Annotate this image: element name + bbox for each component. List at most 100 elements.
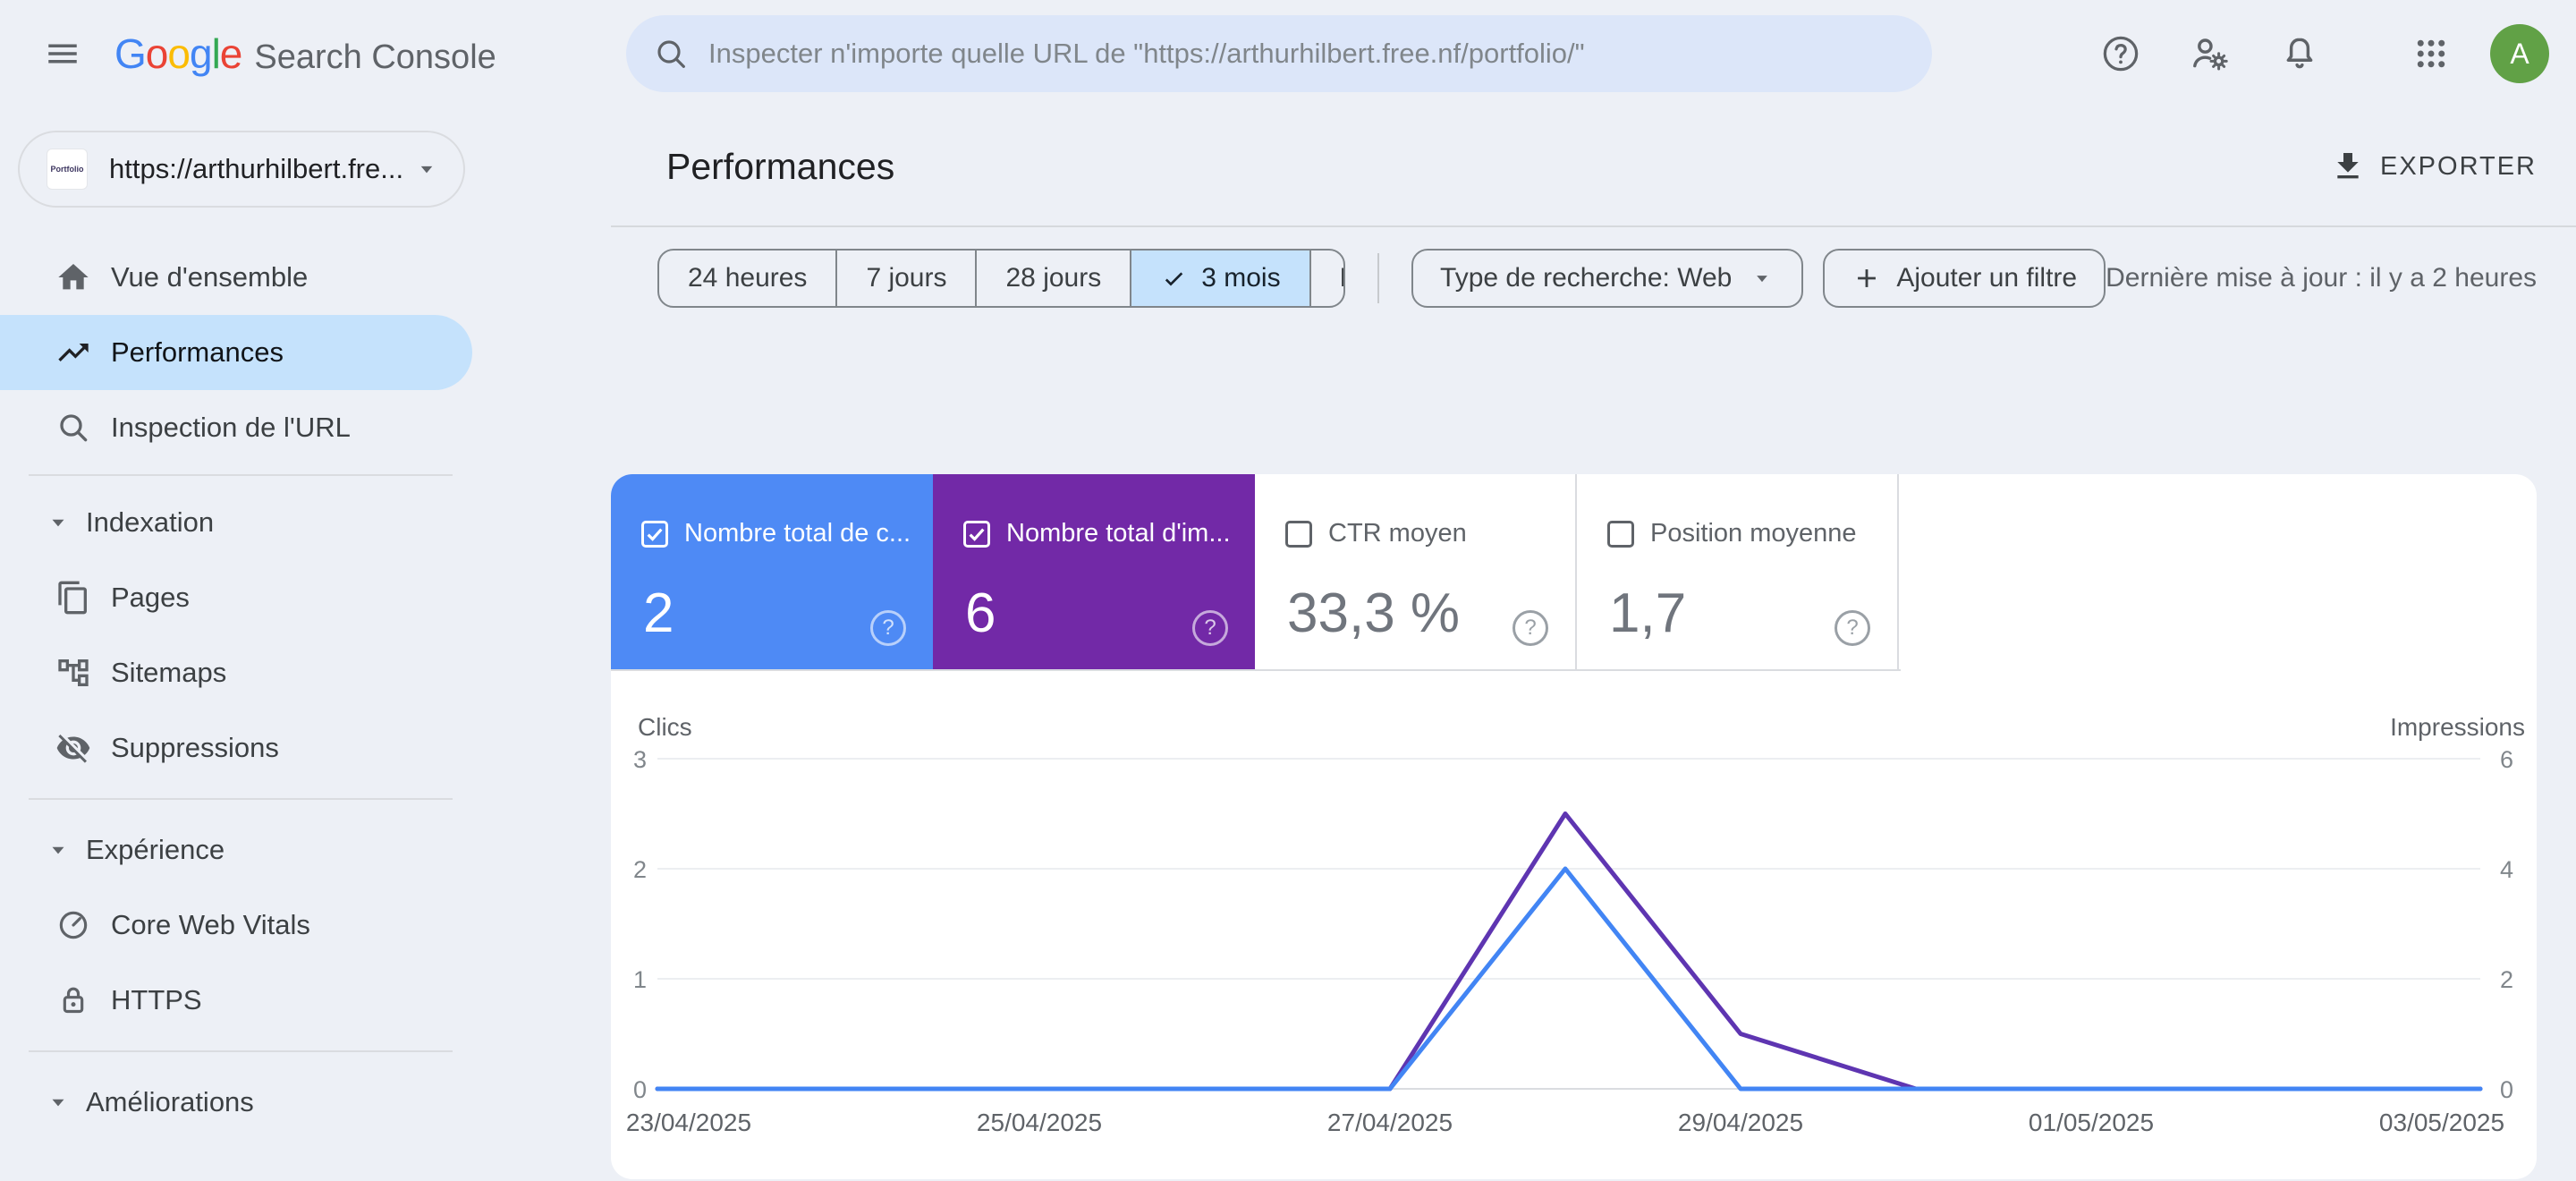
card-value: 6 xyxy=(965,582,996,644)
menu-button[interactable] xyxy=(30,21,95,86)
chip-24-hours[interactable]: 24 heures xyxy=(659,251,835,306)
google-search-console-logo: Google Search Console xyxy=(114,30,496,78)
svg-text:23/04/2025: 23/04/2025 xyxy=(626,1109,751,1136)
search-icon xyxy=(653,36,689,72)
home-icon xyxy=(55,259,91,295)
help-icon[interactable]: ? xyxy=(1192,610,1228,646)
svg-text:4: 4 xyxy=(2500,856,2513,883)
sidebar-item-url-inspection[interactable]: Inspection de l'URL xyxy=(0,390,601,465)
eye-off-icon xyxy=(55,730,91,766)
metric-cards: Nombre total de c... 2 ? Nombre total d'… xyxy=(611,474,1899,669)
svg-text:25/04/2025: 25/04/2025 xyxy=(977,1109,1102,1136)
avatar-letter: A xyxy=(2510,37,2529,70)
google-logo: Google xyxy=(114,30,242,77)
sidebar-group-enhancements[interactable]: Améliorations xyxy=(0,1065,601,1140)
chip-7-days[interactable]: 7 jours xyxy=(835,251,975,306)
google-apps-button[interactable] xyxy=(2399,21,2463,86)
checkbox-empty-icon[interactable] xyxy=(1607,520,1634,548)
check-icon xyxy=(1160,265,1187,292)
metric-card-average-position[interactable]: Position moyenne 1,7 ? xyxy=(1577,474,1899,669)
gauge-icon xyxy=(55,907,91,943)
help-button[interactable] xyxy=(2089,21,2153,86)
svg-text:3: 3 xyxy=(633,746,647,773)
sidebar-group-indexing[interactable]: Indexation xyxy=(0,485,601,560)
chevron-down-icon xyxy=(413,156,440,183)
property-selector[interactable]: Portfolio https://arthurhilbert.fre... xyxy=(18,131,465,208)
performance-panel: Nombre total de c... 2 ? Nombre total d'… xyxy=(611,474,2537,1179)
sidebar-divider xyxy=(29,798,453,800)
metric-card-average-ctr[interactable]: CTR moyen 33,3 % ? xyxy=(1255,474,1577,669)
metric-card-total-clicks[interactable]: Nombre total de c... 2 ? xyxy=(611,474,933,669)
sidebar-item-core-web-vitals[interactable]: Core Web Vitals xyxy=(0,888,601,963)
sidebar-item-performance[interactable]: Performances xyxy=(0,315,472,390)
help-icon[interactable]: ? xyxy=(1513,610,1548,646)
sidebar-item-removals[interactable]: Suppressions xyxy=(0,710,601,786)
export-button[interactable]: EXPORTER xyxy=(2316,149,2537,184)
sidebar-item-pages[interactable]: Pages xyxy=(0,560,601,635)
last-update-text: Dernière mise à jour : il y a 2 heures xyxy=(2106,263,2537,293)
svg-text:6: 6 xyxy=(2500,746,2513,773)
svg-text:03/05/2025: 03/05/2025 xyxy=(2379,1109,2504,1136)
help-icon xyxy=(2100,33,2141,74)
add-filter-button[interactable]: Ajouter un filtre xyxy=(1823,249,2106,308)
apps-grid-icon xyxy=(2411,34,2451,73)
sidebar-item-https[interactable]: HTTPS xyxy=(0,963,601,1038)
product-name: Search Console xyxy=(254,38,496,76)
svg-text:29/04/2025: 29/04/2025 xyxy=(1678,1109,1803,1136)
svg-text:0: 0 xyxy=(633,1076,647,1103)
account-avatar[interactable]: A xyxy=(2490,24,2549,83)
main-content: Performances EXPORTER 24 heures 7 jours … xyxy=(601,107,2576,1179)
svg-text:1: 1 xyxy=(633,966,647,993)
checkbox-checked-icon[interactable] xyxy=(641,520,668,548)
checkbox-checked-icon[interactable] xyxy=(963,520,990,548)
search-type-dropdown[interactable]: Type de recherche: Web xyxy=(1411,249,1804,308)
chip-3-months[interactable]: 3 mois xyxy=(1130,251,1309,306)
help-icon[interactable]: ? xyxy=(870,610,906,646)
svg-text:2: 2 xyxy=(2500,966,2513,993)
card-value: 1,7 xyxy=(1609,582,1687,644)
chip-28-days[interactable]: 28 jours xyxy=(975,251,1130,306)
metric-card-total-impressions[interactable]: Nombre total d'im... 6 ? xyxy=(933,474,1255,669)
sidebar-item-overview[interactable]: Vue d'ensemble xyxy=(0,240,601,315)
bell-icon xyxy=(2279,33,2320,74)
card-value: 33,3 % xyxy=(1287,582,1461,644)
svg-text:2: 2 xyxy=(633,856,647,883)
svg-text:01/05/2025: 01/05/2025 xyxy=(2029,1109,2154,1136)
card-label: CTR moyen xyxy=(1328,519,1467,548)
caret-down-icon xyxy=(47,1091,70,1114)
url-inspection-input[interactable] xyxy=(708,38,1905,70)
header-divider xyxy=(611,225,2576,227)
hamburger-icon xyxy=(44,35,81,72)
lock-icon xyxy=(55,982,91,1018)
top-app-bar: Google Search Console Inspecter n'import… xyxy=(0,0,2576,107)
performance-chart[interactable]: 3 6 2 4 1 2 0 0 Clics Impressions 23/04/2025 25/04/… xyxy=(611,671,2537,1181)
plus-icon xyxy=(1852,263,1882,293)
chip-more[interactable]: Plus xyxy=(1309,251,1343,306)
caret-down-icon xyxy=(1750,266,1775,291)
sitemap-tree-icon xyxy=(55,655,91,691)
sidebar-nav: Vue d'ensemble Performances Inspection d… xyxy=(0,240,601,1140)
svg-text:Impressions: Impressions xyxy=(2390,713,2525,741)
page-title: Performances xyxy=(666,145,895,187)
page-header: Performances EXPORTER xyxy=(601,107,2576,225)
help-icon[interactable]: ? xyxy=(1835,610,1870,646)
pages-icon xyxy=(55,580,91,616)
sidebar-item-sitemaps[interactable]: Sitemaps xyxy=(0,635,601,710)
property-favicon: Portfolio xyxy=(47,149,88,190)
topbar-actions: A xyxy=(2063,21,2549,86)
checkbox-empty-icon[interactable] xyxy=(1285,520,1312,548)
svg-text:Clics: Clics xyxy=(638,713,692,741)
filter-bar: 24 heures 7 jours 28 jours 3 mois Plus T… xyxy=(657,249,2537,308)
notifications-button[interactable] xyxy=(2267,21,2332,86)
svg-text:27/04/2025: 27/04/2025 xyxy=(1327,1109,1453,1136)
sidebar-group-experience[interactable]: Expérience xyxy=(0,812,601,888)
svg-text:0: 0 xyxy=(2500,1076,2513,1103)
card-label: Nombre total d'im... xyxy=(1006,519,1231,548)
url-inspection-searchbar xyxy=(626,15,1932,92)
search-icon xyxy=(55,410,91,446)
card-label: Position moyenne xyxy=(1650,519,1857,548)
trending-up-icon xyxy=(55,335,91,370)
user-settings-button[interactable] xyxy=(2178,21,2242,86)
user-settings-icon xyxy=(2189,32,2232,75)
sidebar-divider xyxy=(29,1050,453,1052)
